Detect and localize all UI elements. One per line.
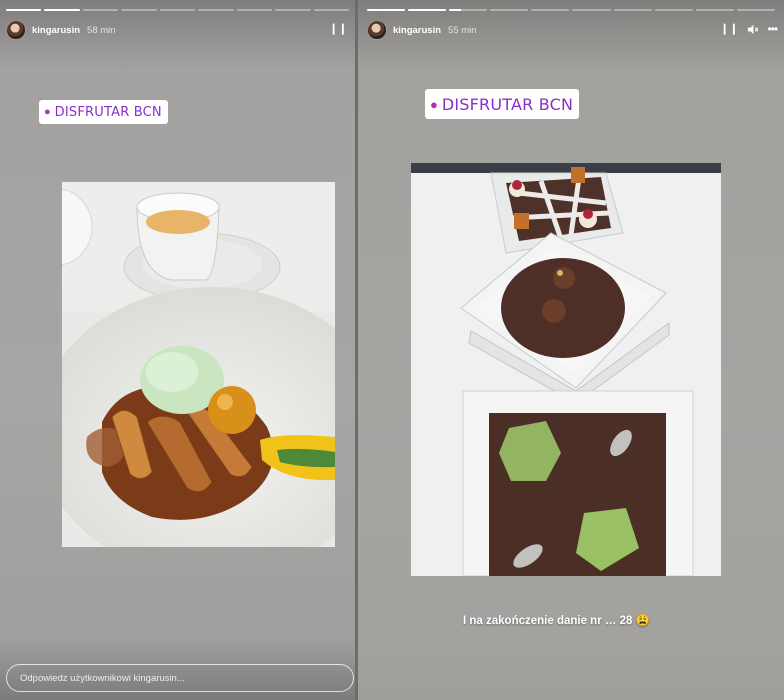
username[interactable]: kingarusin (393, 25, 441, 36)
pause-icon[interactable]: ❙❙ (329, 23, 347, 35)
pause-icon[interactable]: ❙❙ (720, 23, 738, 35)
username[interactable]: kingarusin (32, 25, 80, 36)
progress-segment (736, 9, 775, 11)
story-caption: I na zakończenie danie nr … 28 😩 (463, 615, 650, 627)
location-pin-icon: ● (44, 106, 51, 118)
avatar[interactable] (367, 20, 387, 40)
story-panel-left: kingarusin 58 min ❙❙ ● DISFRUTAR BCN (0, 0, 355, 700)
progress-segment (654, 9, 693, 11)
story-photo (411, 163, 721, 576)
progress-segment (44, 9, 80, 11)
progress-segment (6, 9, 42, 11)
location-sticker[interactable]: ● DISFRUTAR BCN (39, 100, 168, 124)
location-pin-icon: ● (430, 96, 438, 112)
story-progress-bar (367, 9, 775, 11)
progress-segment (367, 9, 406, 11)
progress-segment (490, 9, 529, 11)
progress-segment (572, 9, 611, 11)
mute-icon[interactable] (747, 24, 759, 35)
location-sticker[interactable]: ● DISFRUTAR BCN (425, 89, 580, 119)
more-options-icon[interactable]: ••• (767, 23, 778, 35)
progress-segment (236, 9, 273, 11)
story-controls: ❙❙ (329, 23, 355, 35)
reply-input[interactable] (7, 665, 353, 691)
story-controls: ❙❙ ••• (720, 23, 778, 35)
story-panel-right: kingarusin 55 min ❙❙ ••• ● DISFRUTAR BCN (358, 0, 784, 700)
reply-box[interactable] (6, 664, 354, 692)
story-progress-bar (6, 9, 349, 11)
progress-segment (613, 9, 652, 11)
progress-segment (531, 9, 570, 11)
location-label: DISFRUTAR BCN (54, 104, 162, 120)
progress-segment (82, 9, 119, 11)
progress-segment (275, 9, 311, 11)
progress-segment (121, 9, 157, 11)
location-label: DISFRUTAR BCN (441, 94, 574, 114)
progress-segment (449, 9, 488, 11)
post-time: 58 min (87, 24, 116, 36)
story-header: kingarusin 55 min (367, 20, 477, 40)
progress-segment (198, 9, 234, 11)
story-photo (62, 182, 335, 547)
avatar[interactable] (6, 20, 26, 40)
progress-segment (695, 9, 734, 11)
progress-segment (408, 9, 447, 11)
progress-segment (313, 9, 349, 11)
story-header: kingarusin 58 min (6, 20, 116, 40)
post-time: 55 min (448, 24, 477, 36)
progress-segment (159, 9, 196, 11)
